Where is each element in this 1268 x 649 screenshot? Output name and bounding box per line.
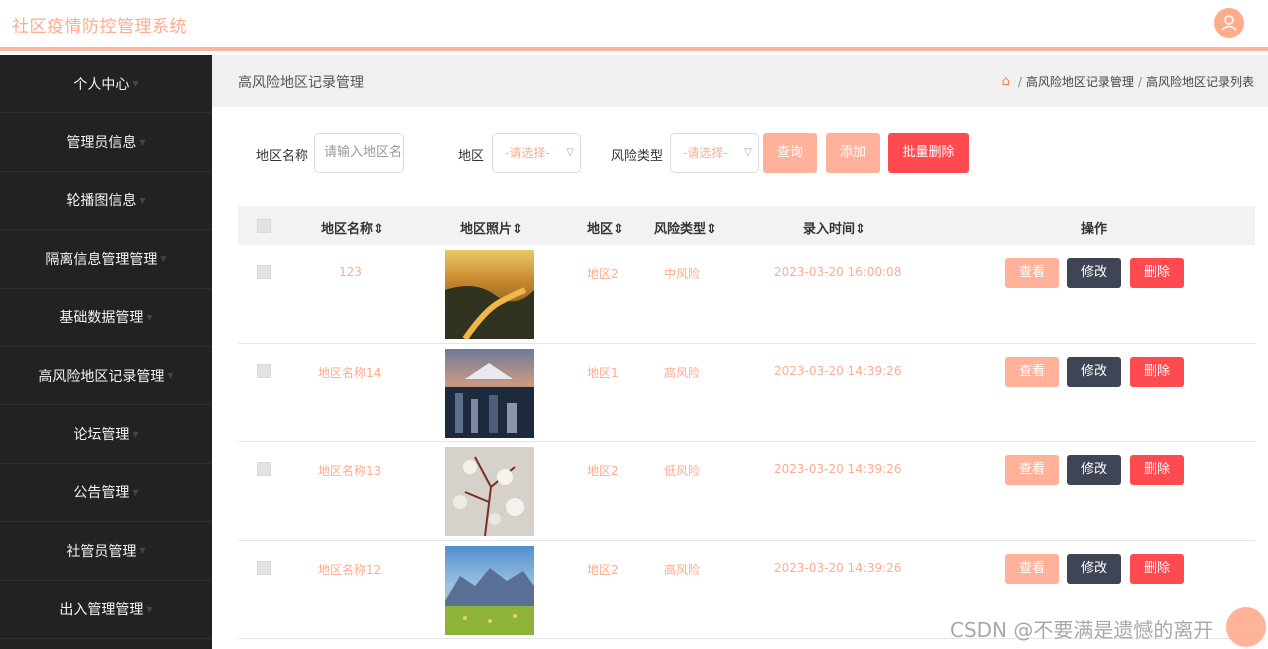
sort-icon: ⇕ (706, 222, 717, 237)
delete-button[interactable]: 删除 (1130, 553, 1184, 584)
region-photo (445, 447, 534, 536)
back-to-top-button[interactable] (1226, 607, 1266, 647)
region-label: 地区 (458, 149, 485, 164)
breadcrumb: ⌂ / 高风险地区记录管理 / 高风险地区记录列表 (1001, 73, 1254, 90)
cell-name: 123 (339, 265, 362, 279)
cell-time: 2023-03-20 16:00:08 (774, 265, 902, 279)
column-header-time[interactable]: 录入时间⇕ (803, 218, 866, 237)
region-name-label: 地区名称 (256, 149, 309, 164)
cell-risk: 高风险 (664, 562, 701, 577)
breadcrumb-item: 高风险地区记录列表 (1145, 75, 1254, 89)
row-checkbox[interactable] (257, 560, 271, 575)
sidebar-item-basic-data[interactable]: 基础数据管理 ▼ (0, 289, 212, 347)
sort-icon: ⇕ (855, 222, 866, 237)
region-photo (445, 348, 534, 438)
view-button[interactable]: 查看 (1005, 258, 1059, 288)
cell-time: 2023-03-20 14:39:26 (774, 363, 902, 378)
risk-type-select[interactable]: -请选择- ▽ (670, 133, 759, 173)
sidebar-item-access[interactable]: 出入管理管理 ▼ (0, 581, 212, 639)
sidebar: 个人中心 ▼ 管理员信息 ▼ 轮播图信息 ▼ 隔离信息管理管理 ▼ 基础数据管理 ▼ 高风… (0, 55, 212, 649)
delete-button[interactable]: 删除 (1130, 356, 1184, 387)
column-header-name[interactable]: 地区名称⇕ (321, 218, 384, 237)
row-checkbox[interactable] (257, 265, 271, 279)
chevron-down-icon: ▽ (566, 147, 574, 158)
edit-button[interactable]: 修改 (1067, 258, 1121, 288)
cell-region: 地区2 (587, 464, 619, 478)
home-icon[interactable]: ⌂ (1002, 74, 1010, 89)
region-photo (445, 250, 534, 339)
chevron-down-icon: ▼ (132, 487, 139, 497)
chevron-down-icon: ▼ (139, 137, 146, 147)
view-button[interactable]: 查看 (1005, 356, 1059, 387)
add-button[interactable]: 添加 (826, 133, 880, 173)
view-button[interactable]: 查看 (1005, 455, 1059, 485)
table-row: 地区名称13 地区2 低风险 2023-03-20 14:39:26 查看 修改… (238, 442, 1255, 541)
main-content: 高风险地区记录管理 ⌂ / 高风险地区记录管理 / 高风险地区记录列表 地区名称… (212, 55, 1268, 649)
chevron-down-icon: ▼ (160, 254, 167, 264)
sort-icon: ⇕ (613, 222, 624, 237)
delete-button[interactable]: 删除 (1130, 258, 1184, 288)
table-header: 地区名称⇕ 地区照片⇕ 地区⇕ 风险类型⇕ 录入时间⇕ 操作 (238, 206, 1255, 245)
edit-button[interactable]: 修改 (1067, 455, 1121, 485)
sidebar-item-community-staff[interactable]: 社管员管理 ▼ (0, 522, 212, 581)
row-checkbox[interactable] (257, 363, 271, 378)
sort-icon: ⇕ (512, 222, 523, 237)
page-title: 高风险地区记录管理 (238, 75, 364, 91)
chevron-down-icon: ▼ (139, 195, 146, 205)
chevron-down-icon: ▼ (167, 371, 174, 381)
sidebar-item-carousel-info[interactable]: 轮播图信息 ▼ (0, 172, 212, 231)
view-button[interactable]: 查看 (1005, 553, 1059, 584)
cell-region: 地区2 (587, 267, 619, 281)
cell-risk: 低风险 (664, 464, 701, 478)
sidebar-item-quarantine[interactable]: 隔离信息管理管理 ▼ (0, 230, 212, 289)
search-bar: 地区名称 请输入地区名称 地区 -请选择-▽ 风险类型 -请选择-▽ 查询 添加… (256, 133, 1016, 173)
app-title: 社区疫情防控管理系统 (12, 17, 187, 37)
region-name-input[interactable]: 请输入地区名称 (314, 133, 404, 173)
chevron-down-icon: ▼ (132, 79, 139, 89)
sort-icon: ⇕ (373, 222, 384, 237)
sidebar-item-personal-center[interactable]: 个人中心 ▼ (0, 55, 212, 114)
chevron-down-icon: ▽ (744, 147, 752, 158)
chevron-down-icon: ▼ (146, 312, 153, 322)
cell-region: 地区1 (587, 365, 619, 380)
column-header-actions: 操作 (1081, 222, 1108, 237)
cell-name: 地区名称14 (318, 365, 382, 380)
sidebar-item-high-risk[interactable]: 高风险地区记录管理 ▼ (0, 347, 212, 406)
watermark: CSDN @不要满是遗憾的离开 (950, 618, 1214, 642)
sidebar-item-forum[interactable]: 论坛管理 ▼ (0, 405, 212, 464)
edit-button[interactable]: 修改 (1067, 356, 1121, 387)
column-header-risk[interactable]: 风险类型⇕ (654, 218, 717, 237)
batch-delete-button[interactable]: 批量删除 (888, 133, 969, 173)
cell-name: 地区名称12 (318, 562, 382, 577)
sidebar-item-notice[interactable]: 公告管理 ▼ (0, 464, 212, 523)
select-all-checkbox[interactable] (257, 219, 271, 233)
delete-button[interactable]: 删除 (1130, 455, 1184, 485)
cell-risk: 高风险 (664, 365, 701, 380)
cell-name: 地区名称13 (318, 464, 382, 478)
cell-region: 地区2 (587, 562, 619, 577)
region-photo (445, 545, 534, 635)
chevron-down-icon: ▼ (139, 546, 146, 556)
table-row: 123 地区2 中风险 2023-03-20 16:00:08 查看 修改 删除 (238, 245, 1255, 344)
row-checkbox[interactable] (257, 462, 271, 476)
table-row: 地区名称14 地区1 高风险 2023-03-20 14:39:26 查看 修改… (238, 344, 1255, 442)
column-header-photo[interactable]: 地区照片⇕ (460, 218, 523, 237)
top-bar: 社区疫情防控管理系统 (0, 0, 1268, 51)
cell-time: 2023-03-20 14:39:26 (774, 462, 902, 476)
user-avatar-icon[interactable] (1214, 8, 1244, 38)
data-table: 地区名称⇕ 地区照片⇕ 地区⇕ 风险类型⇕ 录入时间⇕ 操作 123 地区2 中… (238, 206, 1255, 639)
column-header-region[interactable]: 地区⇕ (587, 218, 624, 237)
cell-time: 2023-03-20 14:39:26 (774, 560, 902, 575)
sidebar-item-admin-info[interactable]: 管理员信息 ▼ (0, 113, 212, 172)
region-select[interactable]: -请选择- ▽ (492, 133, 581, 173)
chevron-down-icon: ▼ (132, 429, 139, 439)
risk-type-label: 风险类型 (611, 149, 664, 164)
query-button[interactable]: 查询 (763, 133, 817, 173)
page-header: 高风险地区记录管理 ⌂ / 高风险地区记录管理 / 高风险地区记录列表 (212, 55, 1268, 107)
chevron-down-icon: ▼ (146, 604, 153, 614)
breadcrumb-item[interactable]: 高风险地区记录管理 (1026, 73, 1134, 90)
cell-risk: 中风险 (664, 267, 701, 281)
edit-button[interactable]: 修改 (1067, 553, 1121, 584)
